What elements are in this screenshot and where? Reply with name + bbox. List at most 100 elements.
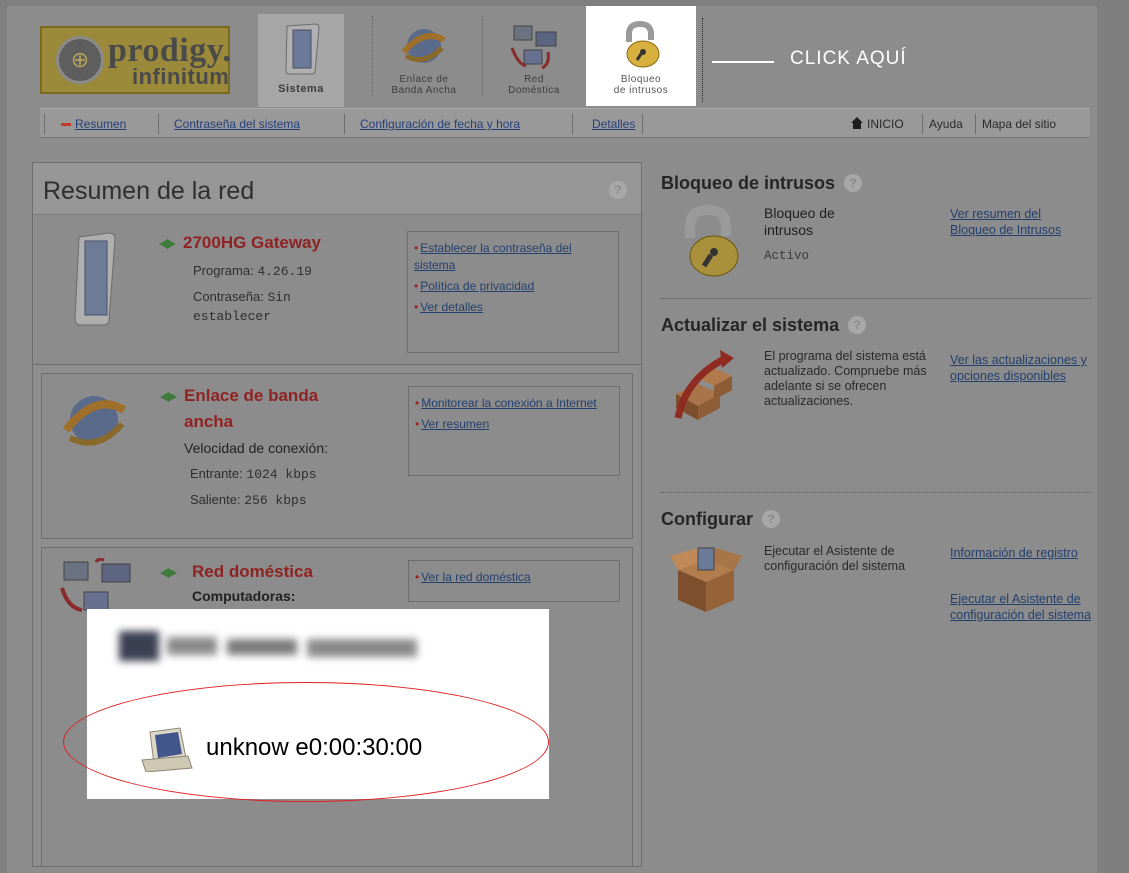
nav-divider <box>922 114 923 134</box>
nav-link-inicio[interactable]: INICIO <box>867 117 904 131</box>
configure-section-title: Configurar ? <box>661 509 781 530</box>
sub-navigation-bar: Resumen Contraseña del sistema Configura… <box>40 108 1090 138</box>
callout-line <box>712 61 774 63</box>
home-network-icon <box>60 558 131 612</box>
update-title-text: Actualizar el sistema <box>661 315 840 335</box>
incoming-row: Entrante: 1024 kbps <box>190 466 317 482</box>
password-label: Contraseña: <box>193 289 264 304</box>
home-network-title: Red doméstica <box>192 562 313 581</box>
padlock-icon <box>685 204 739 277</box>
home-icon <box>851 117 863 129</box>
nav-link-detalles[interactable]: Detalles <box>592 117 635 131</box>
tab-bloqueo-label: Bloqueo de intrusos <box>613 74 669 96</box>
gateway-card: 2700HG Gateway Programa: 4.26.19 Contras… <box>33 215 641 365</box>
link-monitor-connection[interactable]: Monitorear la conexión a Internet <box>415 395 613 412</box>
intrusion-title-text: Bloqueo de intrusos <box>661 173 836 193</box>
help-icon[interactable]: ? <box>762 510 781 528</box>
help-icon[interactable]: ? <box>609 181 627 199</box>
setup-box-icon <box>670 547 742 612</box>
nav-divider <box>572 114 573 134</box>
outgoing-value: 256 kbps <box>244 493 307 508</box>
globe-logo-icon: ⊕ <box>56 36 104 84</box>
intrusion-label-line1: Bloqueo de <box>764 205 835 221</box>
program-row: Programa: 4.26.19 <box>193 263 312 279</box>
logo-text-infinitum: infinitum <box>132 64 230 89</box>
link-view-summary[interactable]: Ver resumen <box>415 416 613 433</box>
nav-link-ayuda[interactable]: Ayuda <box>929 117 963 131</box>
tab-red-domestica[interactable]: Red Doméstica <box>484 14 584 106</box>
status-arrow-icon <box>168 568 177 578</box>
incoming-label: Entrante: <box>190 466 243 481</box>
tab-enlace-banda-ancha[interactable]: Enlace de Banda Ancha <box>376 14 472 106</box>
nav-divider <box>975 114 976 134</box>
prodigy-logo[interactable]: ⊕ prodigy. infinitum <box>40 26 231 94</box>
computer-icon <box>141 727 193 772</box>
configure-text: Ejecutar el Asistente de configuración d… <box>764 544 906 573</box>
padlock-icon <box>626 20 660 68</box>
tab-sistema-label: Sistema <box>278 83 324 95</box>
intrusion-status: Activo <box>764 249 810 263</box>
screenshot-frame: ⊕ prodigy. infinitum Sistema Enlace de B… <box>0 0 1129 873</box>
link-intrusion-summary[interactable]: Ver resumen del Bloqueo de Intrusos <box>950 206 1090 238</box>
program-label: Programa: <box>193 263 254 278</box>
home-network-links-box: Ver la red doméstica <box>408 560 620 602</box>
broadband-title-line1: Enlace de banda <box>184 386 319 405</box>
update-boxes-icon <box>674 350 734 420</box>
gateway-links-box: Establecer la contraseña del sistema Pol… <box>407 231 619 353</box>
tab-red-label: Red Doméstica <box>508 74 560 96</box>
device-unknown-label[interactable]: unknow e0:00:30:00 <box>206 734 422 762</box>
status-arrow-icon <box>168 392 177 402</box>
nav-link-resumen[interactable]: Resumen <box>75 117 126 131</box>
link-view-details[interactable]: Ver detalles <box>414 299 612 316</box>
nav-divider <box>642 114 643 134</box>
incoming-value: 1024 kbps <box>246 467 317 482</box>
broadband-card: Enlace de banda ancha Velocidad de conex… <box>41 373 633 539</box>
panel-title: Resumen de la red <box>43 177 255 205</box>
home-network-icon <box>510 25 557 70</box>
link-privacy-policy[interactable]: Política de privacidad <box>414 278 612 295</box>
computers-label: Computadoras: <box>192 588 296 604</box>
outgoing-label: Saliente: <box>190 492 241 507</box>
password-value-line2: establecer <box>193 309 272 324</box>
configure-title-text: Configurar <box>661 509 753 529</box>
nav-link-contrasena[interactable]: Contraseña del sistema <box>174 117 300 131</box>
program-value: 4.26.19 <box>257 264 312 279</box>
blurred-device-row <box>117 627 427 667</box>
tab-enlace-label: Enlace de Banda Ancha <box>391 74 457 96</box>
nav-link-mapa-del-sitio[interactable]: Mapa del sitio <box>982 117 1056 131</box>
panel-header: Resumen de la red ? <box>33 163 641 215</box>
tab-divider <box>702 18 703 102</box>
nav-divider <box>344 114 345 134</box>
nav-divider <box>44 114 45 134</box>
status-arrow-icon <box>167 239 176 249</box>
nav-link-fecha-hora[interactable]: Configuración de fecha y hora <box>360 117 520 131</box>
callout-click-aqui: CLICK AQUÍ <box>790 48 907 69</box>
nav-divider <box>158 114 159 134</box>
link-set-password[interactable]: Establecer la contraseña del sistema <box>414 240 612 274</box>
help-icon[interactable]: ? <box>848 316 867 334</box>
help-icon[interactable]: ? <box>844 174 863 192</box>
active-indicator <box>61 123 71 126</box>
link-view-updates[interactable]: Ver las actualizaciones y opciones dispo… <box>950 352 1096 384</box>
tab-bloqueo-de-intrusos[interactable]: Bloqueo de intrusos <box>586 6 696 106</box>
broadband-links-box: Monitorear la conexión a Internet Ver re… <box>408 386 620 476</box>
update-section-title: Actualizar el sistema ? <box>661 315 867 336</box>
tab-divider <box>482 16 483 96</box>
password-row: Contraseña: Sin <box>193 289 291 305</box>
link-registration-info[interactable]: Información de registro <box>950 545 1080 561</box>
broadband-title-line2: ancha <box>184 412 234 431</box>
section-divider <box>660 298 1092 299</box>
broadband-globe-icon <box>401 29 446 63</box>
link-view-home-network[interactable]: Ver la red doméstica <box>415 569 613 586</box>
gateway-title: 2700HG Gateway <box>183 233 321 252</box>
password-value: Sin <box>267 290 291 305</box>
update-text: El programa del sistema está actualizado… <box>764 349 927 408</box>
broadband-globe-icon <box>62 396 127 446</box>
gateway-icon <box>285 23 320 75</box>
tab-sistema[interactable]: Sistema <box>258 14 344 107</box>
section-divider <box>660 492 1092 493</box>
outgoing-row: Saliente: 256 kbps <box>190 492 307 508</box>
tab-divider <box>372 16 373 96</box>
gateway-device-icon <box>74 232 116 326</box>
link-run-setup-wizard[interactable]: Ejecutar el Asistente de configuración d… <box>950 591 1096 623</box>
